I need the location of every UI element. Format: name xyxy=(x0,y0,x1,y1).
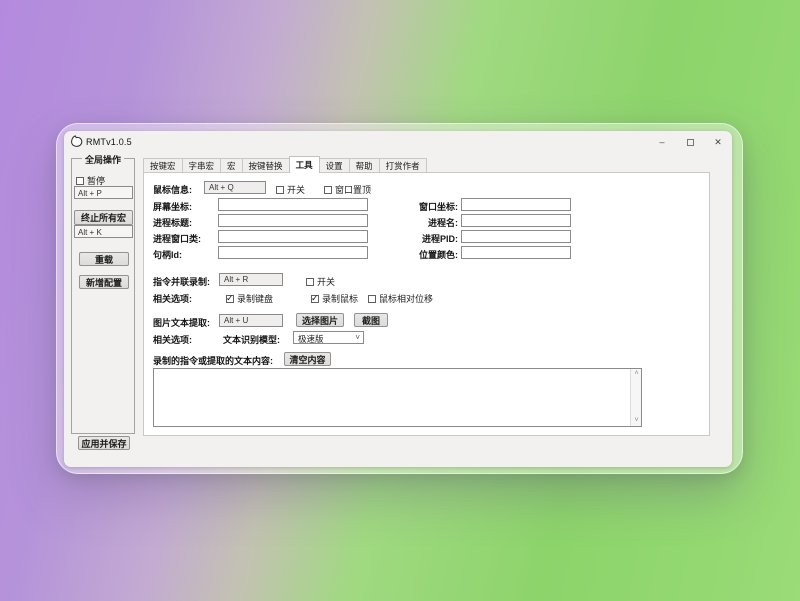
screen-coord-input[interactable] xyxy=(218,198,368,211)
tab-bar: 按键宏 字串宏 宏 按键替换 工具 设置 帮助 打赏作者 xyxy=(143,156,426,173)
scroll-up-icon[interactable]: ˄ xyxy=(631,369,642,379)
switch-label: 开关 xyxy=(287,183,305,196)
maximize-icon xyxy=(687,139,694,146)
tab-macro[interactable]: 宏 xyxy=(220,158,243,173)
process-name-label: 进程名: xyxy=(368,216,458,229)
record-hotkey-input[interactable]: Alt + R xyxy=(219,273,283,286)
chevron-down-icon: ˅ xyxy=(355,333,360,342)
handle-id-input[interactable] xyxy=(218,246,368,259)
window-coord-input[interactable] xyxy=(461,198,571,211)
tab-tools[interactable]: 工具 xyxy=(289,156,320,173)
tab-key-remap[interactable]: 按键替换 xyxy=(242,158,290,173)
textarea-scrollbar[interactable]: ˄ ˅ xyxy=(630,369,641,426)
minimize-icon: – xyxy=(659,137,664,147)
record-mouse-checkbox[interactable] xyxy=(311,295,319,303)
process-name-input[interactable] xyxy=(461,214,571,227)
select-image-button[interactable]: 选择图片 xyxy=(296,313,344,327)
window-class-input[interactable] xyxy=(218,230,368,243)
ocr-model-value: 极速版 xyxy=(298,334,324,344)
global-actions-group: 全局操作 暂停 Alt + P 终止所有宏 Alt + K 重载 新增配置 xyxy=(71,158,135,434)
process-title-label: 进程标题: xyxy=(153,216,192,229)
mouse-info-switch-row[interactable]: 开关 xyxy=(276,183,305,196)
record-mouse-row[interactable]: 录制鼠标 xyxy=(311,292,358,305)
content-textarea-wrap: ˄ ˅ xyxy=(153,368,642,427)
ocr-label: 图片文本提取: xyxy=(153,316,210,329)
window-class-label: 进程窗口类: xyxy=(153,232,201,245)
tools-panel: 鼠标信息: Alt + Q 开关 窗口置顶 屏幕坐标: 进程标题: 进程窗口类:… xyxy=(143,172,710,436)
stop-all-macros-button[interactable]: 终止所有宏 xyxy=(74,210,133,225)
record-keyboard-checkbox[interactable] xyxy=(226,295,234,303)
apply-save-button[interactable]: 应用并保存 xyxy=(78,436,130,450)
process-pid-label: 进程PID: xyxy=(368,232,458,245)
process-pid-input[interactable] xyxy=(461,230,571,243)
close-icon: ✕ xyxy=(714,137,722,147)
ocr-options-label: 相关选项: xyxy=(153,333,192,346)
screenshot-button[interactable]: 截图 xyxy=(354,313,388,327)
mouse-info-hotkey-input[interactable]: Alt + Q xyxy=(204,181,266,194)
ocr-hotkey-input[interactable]: Alt + U xyxy=(219,314,283,327)
content-label: 录制的指令或提取的文本内容: xyxy=(153,354,273,367)
ocr-model-select[interactable]: 极速版 ˅ xyxy=(293,331,364,344)
window-coord-label: 窗口坐标: xyxy=(368,200,458,213)
record-label: 指令并联录制: xyxy=(153,275,210,288)
pause-hotkey-input[interactable]: Alt + P xyxy=(74,186,133,199)
tab-key-macro[interactable]: 按键宏 xyxy=(143,158,183,173)
tab-string-macro[interactable]: 字串宏 xyxy=(182,158,222,173)
window-title: RMTv1.0.5 xyxy=(86,137,132,147)
handle-id-label: 句柄Id: xyxy=(153,248,182,261)
tab-settings[interactable]: 设置 xyxy=(319,158,350,173)
screen-coord-label: 屏幕坐标: xyxy=(153,200,192,213)
ocr-model-label: 文本识别模型: xyxy=(223,333,280,346)
mouse-relative-row[interactable]: 鼠标相对位移 xyxy=(368,292,433,305)
titlebar[interactable]: RMTv1.0.5 – ✕ xyxy=(64,131,732,153)
process-title-input[interactable] xyxy=(218,214,368,227)
record-switch-row[interactable]: 开关 xyxy=(306,275,335,288)
desktop: { "window": { "title": "RMTv1.0.5", "con… xyxy=(0,0,800,601)
app-logo-icon xyxy=(70,135,83,148)
app-window: RMTv1.0.5 – ✕ 全局操作 暂停 Alt + P 终止所有宏 Alt … xyxy=(64,131,732,467)
group-title: 全局操作 xyxy=(82,153,124,166)
record-options-label: 相关选项: xyxy=(153,292,192,305)
clear-content-button[interactable]: 清空内容 xyxy=(284,352,331,366)
mouse-info-label: 鼠标信息: xyxy=(153,183,192,196)
mouse-info-switch-checkbox[interactable] xyxy=(276,186,284,194)
record-switch-checkbox[interactable] xyxy=(306,278,314,286)
content-textarea[interactable] xyxy=(154,369,630,426)
record-mouse-label: 录制鼠标 xyxy=(322,292,358,305)
maximize-button[interactable] xyxy=(676,131,704,153)
mouse-relative-label: 鼠标相对位移 xyxy=(379,292,433,305)
window-topmost-checkbox[interactable] xyxy=(324,186,332,194)
record-keyboard-row[interactable]: 录制键盘 xyxy=(226,292,273,305)
record-keyboard-label: 录制键盘 xyxy=(237,292,273,305)
close-button[interactable]: ✕ xyxy=(704,131,732,153)
minimize-button[interactable]: – xyxy=(648,131,676,153)
add-config-button[interactable]: 新增配置 xyxy=(79,275,129,289)
tab-donate[interactable]: 打赏作者 xyxy=(379,158,427,173)
scroll-down-icon[interactable]: ˅ xyxy=(631,416,642,426)
window-topmost-row[interactable]: 窗口置顶 xyxy=(324,183,371,196)
stop-hotkey-input[interactable]: Alt + K xyxy=(74,225,133,238)
position-color-label: 位置颜色: xyxy=(368,248,458,261)
tab-help[interactable]: 帮助 xyxy=(349,158,380,173)
reload-button[interactable]: 重载 xyxy=(79,252,129,266)
position-color-input[interactable] xyxy=(461,246,571,259)
mouse-relative-checkbox[interactable] xyxy=(368,295,376,303)
topmost-label: 窗口置顶 xyxy=(335,183,371,196)
record-switch-label: 开关 xyxy=(317,275,335,288)
pause-checkbox[interactable] xyxy=(76,177,84,185)
